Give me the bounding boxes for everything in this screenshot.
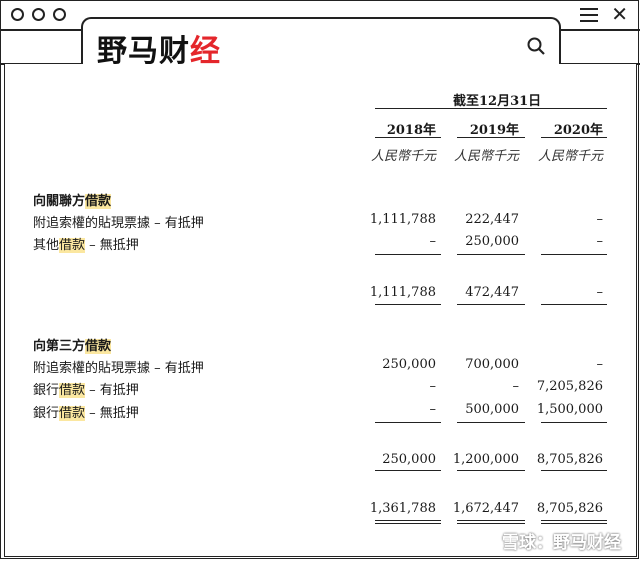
cell: 1,111,788 xyxy=(369,212,436,227)
cell: 250,000 xyxy=(465,234,519,249)
watermark: 雪球：野马财经 xyxy=(502,533,621,553)
divider xyxy=(457,137,525,138)
year-header: 2020年 xyxy=(553,123,603,138)
menu-icon[interactable] xyxy=(580,8,598,22)
divider xyxy=(457,304,525,305)
subtotal-cell: 250,000 xyxy=(382,452,436,467)
divider xyxy=(457,470,525,471)
subtotal-cell: – xyxy=(596,285,604,300)
divider xyxy=(541,254,607,255)
divider xyxy=(375,254,441,255)
circle-icon[interactable] xyxy=(32,8,45,21)
cell: 500,000 xyxy=(465,402,519,417)
cell: 7,205,826 xyxy=(536,379,603,394)
row-label: 附追索權的貼現票據 – 有抵押 xyxy=(33,216,204,231)
divider xyxy=(541,470,607,471)
divider xyxy=(375,304,441,305)
row-label: 銀行借款 – 無抵押 xyxy=(33,406,139,421)
cell: 222,447 xyxy=(465,212,519,227)
unit-label: 人民幣千元 xyxy=(537,149,603,164)
year-header: 2018年 xyxy=(386,123,436,138)
divider xyxy=(375,137,441,138)
cell: – xyxy=(429,402,437,417)
divider xyxy=(541,137,607,138)
cell: – xyxy=(596,357,604,372)
cell: – xyxy=(429,234,437,249)
cell: 1,500,000 xyxy=(536,402,603,417)
divider xyxy=(375,422,441,423)
subtotal-cell: 472,447 xyxy=(465,285,519,300)
year-header: 2019年 xyxy=(469,123,519,138)
section-title: 向第三方借款 xyxy=(33,339,112,354)
circle-icon[interactable] xyxy=(53,8,66,21)
subtotal-cell: 1,111,788 xyxy=(369,285,436,300)
circle-icon[interactable] xyxy=(11,8,24,21)
cell: 250,000 xyxy=(382,357,436,372)
period-header: 截至12月31日 xyxy=(453,94,542,109)
divider xyxy=(541,422,607,423)
row-label: 銀行借款 – 有抵押 xyxy=(33,383,139,398)
total-cell: 8,705,826 xyxy=(536,501,603,516)
divider xyxy=(457,254,525,255)
document-content: 截至12月31日 2018年 2019年 2020年 人民幣千元 人民幣千元 人… xyxy=(4,64,637,557)
row-label: 其他借款 – 無抵押 xyxy=(33,238,139,253)
divider xyxy=(375,470,441,471)
search-icon[interactable] xyxy=(527,37,545,55)
cell: – xyxy=(596,212,604,227)
total-cell: 1,672,447 xyxy=(452,501,519,516)
cell: – xyxy=(512,379,520,394)
divider xyxy=(375,108,607,109)
row-label: 附追索權的貼現票據 – 有抵押 xyxy=(33,361,204,376)
total-cell: 1,361,788 xyxy=(369,501,436,516)
double-divider xyxy=(375,520,441,524)
subtotal-cell: 1,200,000 xyxy=(452,452,519,467)
unit-label: 人民幣千元 xyxy=(370,149,436,164)
close-icon[interactable]: ✕ xyxy=(611,4,628,24)
double-divider xyxy=(541,520,607,524)
section-title: 向關聯方借款 xyxy=(33,194,112,209)
cell: – xyxy=(429,379,437,394)
divider xyxy=(457,422,525,423)
double-divider xyxy=(457,520,525,524)
unit-label: 人民幣千元 xyxy=(453,149,519,164)
subtotal-cell: 8,705,826 xyxy=(536,452,603,467)
cell: 700,000 xyxy=(465,357,519,372)
divider xyxy=(541,304,607,305)
cell: – xyxy=(596,234,604,249)
